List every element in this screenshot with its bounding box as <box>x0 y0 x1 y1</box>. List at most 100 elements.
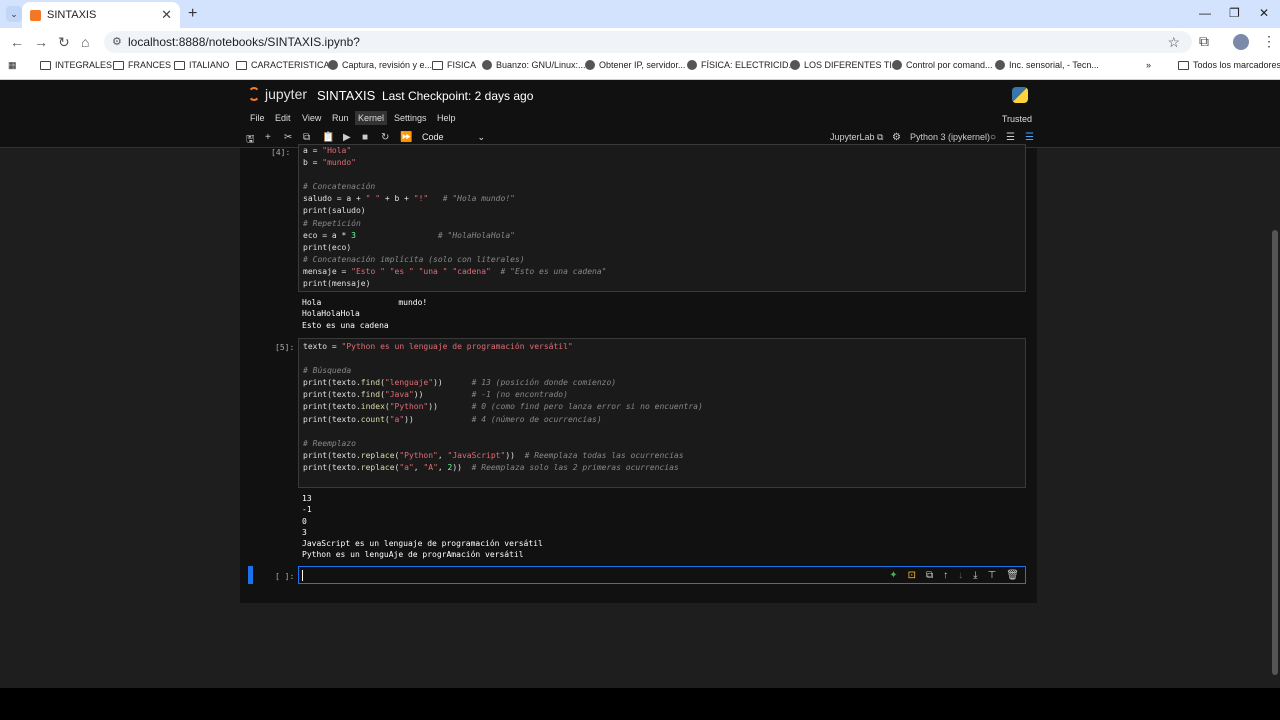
site-icon <box>328 60 338 70</box>
extensions-icon[interactable]: ⧉ <box>1199 33 1209 50</box>
insert-above-icon[interactable]: ⤓ <box>973 570 977 581</box>
run-icon[interactable]: ▶ <box>343 132 351 143</box>
browser-toolbar: ← → ↻ ⌂ ⚙ localhost:8888/notebooks/SINTA… <box>0 28 1280 56</box>
toc-icon[interactable]: ☰ <box>1025 132 1034 143</box>
menu-edit[interactable]: Edit <box>275 113 291 123</box>
text-cursor <box>302 570 303 581</box>
notebook-area: [4]: a = "Hola" b = "mundo" # Concatenac… <box>240 144 1037 603</box>
close-tab-icon[interactable]: ✕ <box>161 7 172 23</box>
move-up-icon[interactable]: ↑ <box>943 570 948 581</box>
bookmark-star-icon[interactable]: ☆ <box>1167 31 1180 53</box>
site-info-icon[interactable]: ⚙ <box>112 31 122 53</box>
paste-icon[interactable]: 📋 <box>322 132 334 143</box>
active-cell-marker <box>248 566 253 584</box>
cell-output: Hola mundo! HolaHolaHola Esto es una cad… <box>302 298 428 330</box>
folder-icon <box>40 60 51 70</box>
site-icon <box>482 60 492 70</box>
bookmark-item[interactable]: ITALIANO <box>174 60 229 70</box>
restart-icon[interactable]: ↻ <box>381 132 389 143</box>
code-content[interactable]: a = "Hola" b = "mundo" # Concatenación s… <box>299 145 1025 290</box>
forward-icon[interactable]: → <box>34 34 48 50</box>
new-tab-button[interactable]: + <box>188 5 197 23</box>
site-icon <box>790 60 800 70</box>
stop-icon[interactable]: ■ <box>362 132 368 143</box>
checkpoint-text: Last Checkpoint: 2 days ago <box>381 89 534 103</box>
menu-dots-icon[interactable]: ⋮ <box>1262 33 1276 50</box>
copy-icon[interactable]: ⧉ <box>303 132 310 143</box>
menu-file[interactable]: File <box>250 113 265 123</box>
jupyter-logo-icon <box>248 87 260 101</box>
site-icon <box>687 60 697 70</box>
bookmark-item[interactable]: FÍSICA: ELECTRICID... <box>687 60 796 70</box>
menu-run[interactable]: Run <box>332 113 349 123</box>
cell-prompt: [5]: <box>275 343 295 352</box>
restore-icon[interactable]: ❐ <box>1229 6 1240 20</box>
home-icon[interactable]: ⌂ <box>81 34 89 50</box>
cell-prompt: [4]: <box>271 148 291 157</box>
reload-icon[interactable]: ↻ <box>58 34 70 51</box>
insert-below-icon[interactable]: ⊤ <box>988 570 997 581</box>
jupyterlab-link[interactable]: JupyterLab ⧉ <box>830 132 883 143</box>
notebook-title[interactable]: SINTAXIS Last Checkpoint: 2 days ago <box>317 88 533 103</box>
bookmark-item[interactable]: LOS DIFERENTES TI... <box>790 60 899 70</box>
active-code-cell[interactable]: ✦ ⊡ ⧉ ↑ ↓ ⤓ ⊤ 🗑 <box>298 566 1026 584</box>
bookmark-item[interactable]: FRANCES <box>113 60 171 70</box>
jupyter-header: jupyter SINTAXIS Last Checkpoint: 2 days… <box>0 80 1280 110</box>
menu-bar: File Edit View Run Kernel Settings Help … <box>0 110 1280 128</box>
more-bookmarks-icon[interactable]: » <box>1146 60 1151 70</box>
browser-tab[interactable]: SINTAXIS ✕ <box>22 2 180 28</box>
scrollbar[interactable] <box>1270 148 1280 688</box>
external-link-icon: ⧉ <box>877 132 884 142</box>
cell-toolbar: ✦ ⊡ ⧉ ↑ ↓ ⤓ ⊤ 🗑 <box>889 570 1019 581</box>
code-cell[interactable]: a = "Hola" b = "mundo" # Concatenación s… <box>298 144 1026 292</box>
fast-forward-icon[interactable]: ⏩ <box>400 132 412 143</box>
scrollbar-thumb[interactable] <box>1272 230 1278 675</box>
close-window-icon[interactable]: ✕ <box>1259 6 1269 20</box>
menu-lines-icon[interactable]: ☰ <box>1006 132 1015 143</box>
tab-title: SINTAXIS <box>47 9 97 21</box>
menu-help[interactable]: Help <box>437 113 456 123</box>
menu-view[interactable]: View <box>302 113 321 123</box>
address-bar[interactable]: ⚙ localhost:8888/notebooks/SINTAXIS.ipyn… <box>104 31 1192 53</box>
back-icon[interactable]: ← <box>10 34 24 50</box>
format-icon[interactable]: ⊡ <box>908 570 916 581</box>
all-bookmarks[interactable]: Todos los marcadores <box>1178 60 1280 70</box>
url-text: localhost:8888/notebooks/SINTAXIS.ipynb? <box>128 35 360 49</box>
bookmarks-bar: ▦ INTEGRALES FRANCES ITALIANO CARACTERIS… <box>0 56 1280 80</box>
code-cell[interactable]: texto = "Python es un lenguaje de progra… <box>298 338 1026 488</box>
add-cell-icon[interactable]: + <box>265 132 271 143</box>
menu-kernel[interactable]: Kernel <box>355 111 388 125</box>
bookmark-item[interactable]: Obtener IP, servidor... <box>585 60 685 70</box>
bookmark-item[interactable]: INTEGRALES <box>40 60 112 70</box>
jupyter-logo[interactable]: jupyter <box>248 86 307 102</box>
jupyter-favicon-icon <box>30 9 41 21</box>
gear-icon[interactable]: ⚙ <box>892 132 901 143</box>
minimize-icon[interactable]: — <box>1199 6 1211 20</box>
trusted-indicator[interactable]: Trusted <box>1002 114 1032 124</box>
bookmark-item[interactable]: Captura, revisión y e... <box>328 60 432 70</box>
sparkle-icon[interactable]: ✦ <box>889 570 897 581</box>
chevron-down-icon: ⌄ <box>477 132 486 142</box>
kernel-name[interactable]: Python 3 (ipykernel) <box>910 132 990 142</box>
menu-settings[interactable]: Settings <box>394 113 427 123</box>
cell-output: 13 -1 0 3 JavaScript es un lenguaje de p… <box>302 494 543 560</box>
move-down-icon[interactable]: ↓ <box>958 570 963 581</box>
cell-type-select[interactable]: Code ⌄ <box>422 132 485 143</box>
taskbar <box>0 688 1280 720</box>
bookmark-item[interactable]: Buanzo: GNU/Linux:... <box>482 60 586 70</box>
save-icon[interactable]: 🖫 <box>246 132 255 149</box>
bookmark-item[interactable]: Control por comand... <box>892 60 993 70</box>
delete-icon[interactable]: 🗑 <box>1006 570 1019 581</box>
code-content[interactable]: texto = "Python es un lenguaje de progra… <box>299 339 1025 474</box>
bookmark-item[interactable]: CARACTERISTICAS <box>236 60 336 70</box>
folder-icon <box>236 60 247 70</box>
tab-strip: ⌄ SINTAXIS ✕ + — ❐ ✕ <box>0 0 1280 28</box>
tab-search-icon[interactable]: ⌄ <box>6 6 22 22</box>
profile-avatar[interactable] <box>1233 34 1249 50</box>
duplicate-icon[interactable]: ⧉ <box>926 570 933 581</box>
apps-icon[interactable]: ▦ <box>8 60 17 71</box>
cut-icon[interactable]: ✂ <box>284 132 292 143</box>
bookmark-item[interactable]: Inc. sensorial, - Tecn... <box>995 60 1099 70</box>
bookmark-item[interactable]: FISICA <box>432 60 476 70</box>
python-logo-icon <box>1012 87 1028 103</box>
